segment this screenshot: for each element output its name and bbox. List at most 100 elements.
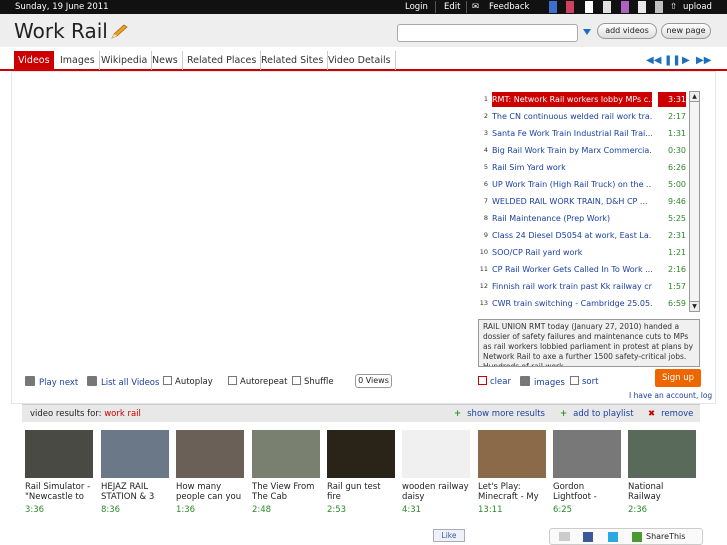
last-icon[interactable]: ▶▶	[696, 55, 711, 66]
tab-related-sites[interactable]: Related Sites	[257, 51, 329, 70]
thumbnail-title[interactable]: Gordon Lightfoot - Canadian Rail	[553, 482, 621, 502]
facebook-icon[interactable]	[583, 532, 593, 542]
video-thumbnail[interactable]: Rail Simulator - "Newcastle to 3:36	[25, 430, 93, 515]
thumbnail-image[interactable]	[478, 430, 546, 478]
tab-images[interactable]: Images	[56, 51, 100, 70]
video-thumbnail[interactable]: Rail gun test fire 2:53	[327, 430, 395, 515]
color-theme-swatch[interactable]	[566, 1, 574, 13]
feedback-icon[interactable]: ✉	[472, 2, 479, 12]
feedback-link[interactable]: Feedback	[489, 2, 529, 12]
playlist-item-title[interactable]: WELDED RAIL WORK TRAIN, D&H CP ...	[492, 194, 652, 209]
color-theme-swatch[interactable]	[621, 1, 629, 13]
upload-link[interactable]: upload	[683, 2, 712, 12]
playlist-item[interactable]: 7 WELDED RAIL WORK TRAIN, D&H CP ... 9:46	[478, 194, 688, 209]
playlist-item[interactable]: 12 Finnish rail work train past Kk railwa…	[478, 279, 688, 294]
autoplay-checkbox[interactable]: Autoplay	[163, 376, 213, 387]
video-thumbnail[interactable]: Gordon Lightfoot - Canadian Rail 6:25	[553, 430, 621, 515]
thumbnail-title[interactable]: wooden railway daisy	[402, 482, 470, 502]
upload-icon[interactable]: ⇧	[670, 2, 677, 12]
pause-icon[interactable]: ❚❚	[664, 55, 681, 66]
thumbnail-image[interactable]	[553, 430, 621, 478]
tab-related-places[interactable]: Related Places	[183, 51, 262, 70]
facebook-like-button[interactable]: Like	[433, 529, 465, 542]
playlist-item-title[interactable]: CP Rail Worker Gets Called In To Work ..…	[492, 262, 652, 277]
video-thumbnail[interactable]: wooden railway daisy 4:31	[402, 430, 470, 515]
thumbnail-image[interactable]	[176, 430, 244, 478]
playlist-item-title[interactable]: SOO/CP Rail yard work	[492, 245, 652, 260]
playlist-item-title[interactable]: RMT: Network Rail workers lobby MPs c...	[492, 92, 652, 107]
color-theme-swatch[interactable]	[603, 1, 611, 13]
video-thumbnail[interactable]: National Railway Museum's Model 2:36	[628, 430, 696, 515]
thumbnail-image[interactable]	[402, 430, 470, 478]
video-thumbnail[interactable]: How many people can you get 1:36	[176, 430, 244, 515]
playlist-item-title[interactable]: Class 24 Diesel D5054 at work, East La..…	[492, 228, 652, 243]
thumbnail-title[interactable]: Rail gun test fire	[327, 482, 395, 502]
thumbnail-image[interactable]	[101, 430, 169, 478]
share-icon[interactable]	[632, 532, 642, 542]
scroll-up-icon[interactable]: ▲	[690, 92, 699, 102]
tab-news[interactable]: News	[148, 51, 183, 70]
thumbnail-title[interactable]: HEJAZ RAIL STATION & 3 AN	[101, 482, 169, 502]
edit-pencil-icon[interactable]	[110, 24, 128, 40]
edit-link[interactable]: Edit	[444, 2, 460, 12]
playlist-item[interactable]: 6 UP Work Train (High Rail Truck) on the …	[478, 177, 688, 192]
playlist-scrollbar[interactable]: ▲ ▼	[689, 91, 700, 312]
playlist-item[interactable]: 9 Class 24 Diesel D5054 at work, East La.…	[478, 228, 688, 243]
add-videos-button[interactable]: add videos	[597, 23, 657, 39]
first-icon[interactable]: ◀◀	[646, 55, 661, 66]
thumbnail-image[interactable]	[25, 430, 93, 478]
playlist-item-title[interactable]: Finnish rail work train past Kk railway …	[492, 279, 652, 294]
next-icon[interactable]: ▶	[682, 55, 690, 66]
thumbnail-title[interactable]: Rail Simulator - "Newcastle to	[25, 482, 93, 502]
thumbnail-title[interactable]: National Railway Museum's Model	[628, 482, 696, 502]
thumbnail-title[interactable]: How many people can you get	[176, 482, 244, 502]
thumbnail-image[interactable]	[252, 430, 320, 478]
playlist-item-title[interactable]: Rail Sim Yard work	[492, 160, 652, 175]
playlist-item-title[interactable]: Rail Maintenance (Prep Work)	[492, 211, 652, 226]
playlist-item-title[interactable]: CWR train switching - Cambridge 25.05...	[492, 296, 652, 311]
playlist-item[interactable]: 2 The CN continuous welded rail work tra.…	[478, 109, 688, 124]
playlist-item[interactable]: 1 RMT: Network Rail workers lobby MPs c..…	[478, 92, 688, 107]
account-link[interactable]: I have an account, log	[629, 391, 712, 400]
login-link[interactable]: Login	[405, 2, 428, 12]
video-thumbnail[interactable]: The View From The Cab 2:48	[252, 430, 320, 515]
images-button[interactable]: images	[520, 376, 565, 388]
playlist-item-title[interactable]: UP Work Train (High Rail Truck) on the .…	[492, 177, 652, 192]
playlist-item-title[interactable]: Santa Fe Work Train Industrial Rail Trai…	[492, 126, 652, 141]
thumbnail-title[interactable]: Let's Play: Minecraft - My	[478, 482, 546, 502]
tab-wikipedia[interactable]: Wikipedia	[97, 51, 153, 70]
email-icon[interactable]	[559, 532, 570, 541]
video-thumbnail[interactable]: HEJAZ RAIL STATION & 3 AN 8:36	[101, 430, 169, 515]
sort-button[interactable]: sort	[570, 376, 598, 387]
shuffle-checkbox[interactable]: Shuffle	[292, 376, 334, 387]
playlist-item-title[interactable]: The CN continuous welded rail work tra..…	[492, 109, 652, 124]
search-dropdown-icon[interactable]	[583, 29, 591, 35]
color-theme-swatch[interactable]	[585, 1, 593, 13]
playlist-item[interactable]: 8 Rail Maintenance (Prep Work) 5:25	[478, 211, 688, 226]
show-more-results-button[interactable]: + show more results	[454, 409, 545, 419]
autorepeat-checkbox[interactable]: Autorepeat	[228, 376, 287, 387]
search-input[interactable]	[397, 24, 578, 42]
twitter-icon[interactable]	[608, 532, 618, 542]
playlist-item[interactable]: 4 Big Rail Work Train by Marx Commercia..…	[478, 143, 688, 158]
scroll-down-icon[interactable]: ▼	[690, 301, 699, 311]
play-next-button[interactable]: Play next	[25, 376, 78, 388]
playlist-item[interactable]: 11 CP Rail Worker Gets Called In To Work …	[478, 262, 688, 277]
color-theme-swatch[interactable]	[549, 1, 557, 13]
color-theme-swatch[interactable]	[655, 1, 663, 13]
playlist-item[interactable]: 10 SOO/CP Rail yard work 1:21	[478, 245, 688, 260]
share-this-button[interactable]: ShareThis	[646, 532, 685, 541]
thumbnail-image[interactable]	[628, 430, 696, 478]
new-page-button[interactable]: new page	[661, 23, 711, 39]
remove-button[interactable]: ✖ remove	[648, 409, 693, 419]
tab-video-details[interactable]: Video Details	[324, 51, 396, 70]
clear-button[interactable]: clear	[478, 376, 511, 387]
playlist-item[interactable]: 13 CWR train switching - Cambridge 25.05.…	[478, 296, 688, 311]
video-thumbnail[interactable]: Let's Play: Minecraft - My 13:11	[478, 430, 546, 515]
playlist-item[interactable]: 3 Santa Fe Work Train Industrial Rail Tra…	[478, 126, 688, 141]
playlist-item-title[interactable]: Big Rail Work Train by Marx Commercia...	[492, 143, 652, 158]
list-all-videos-button[interactable]: List all Videos	[87, 376, 159, 388]
tab-videos[interactable]: Videos	[14, 51, 54, 70]
add-to-playlist-button[interactable]: + add to playlist	[560, 409, 634, 419]
playlist-item[interactable]: 5 Rail Sim Yard work 6:26	[478, 160, 688, 175]
